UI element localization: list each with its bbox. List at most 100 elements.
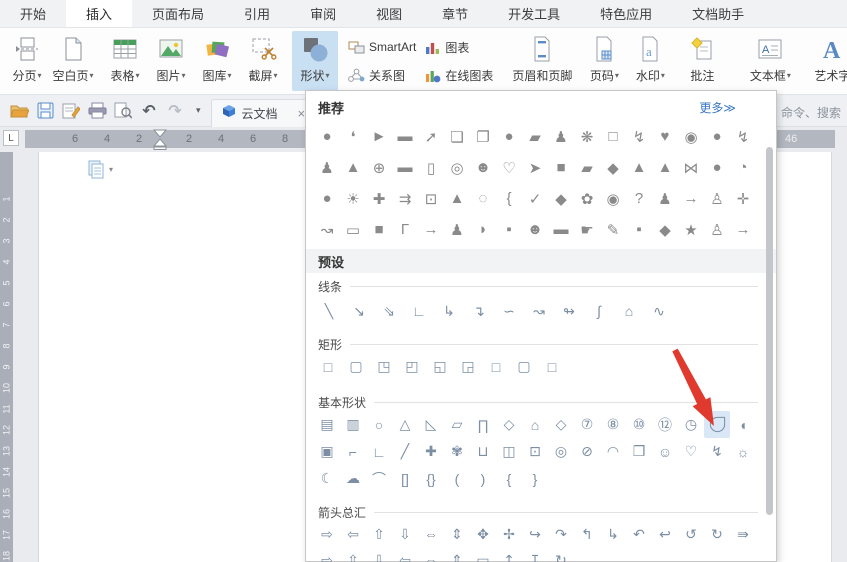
shape-recommended-r1c7[interactable]: ❐ xyxy=(470,121,496,152)
shape-recommended-r4c14[interactable]: ◆ xyxy=(652,214,678,245)
shape-lines-r1c4[interactable]: ∟ xyxy=(404,297,434,325)
shape-recommended-r3c4[interactable]: ⇉ xyxy=(392,183,418,214)
shape-lines-r1c3[interactable]: ⇘ xyxy=(374,297,404,325)
shape-recommended-r4c16[interactable]: ♙ xyxy=(704,214,730,245)
shape-recommended-r1c17[interactable]: ↯ xyxy=(730,121,756,152)
shape-recommended-r4c4[interactable]: Γ xyxy=(392,214,418,245)
shape-rectangles-r1c3[interactable]: ◳ xyxy=(370,353,398,380)
shape-recommended-r2c2[interactable]: ▲ xyxy=(340,152,366,183)
shape-basic-shapes-r1c15[interactable]: ◷ xyxy=(678,411,704,438)
shape-arrows-r1c3[interactable]: ⇧ xyxy=(366,521,392,547)
shape-recommended-r2c6[interactable]: ◎ xyxy=(444,152,470,183)
shape-recommended-r4c8[interactable]: ▪ xyxy=(496,214,522,245)
shape-recommended-r1c2[interactable]: ❛ xyxy=(340,121,366,152)
shape-arrows-r2c4[interactable]: ⇦ xyxy=(392,547,418,562)
shape-rectangles-r1c2[interactable]: ▢ xyxy=(342,353,370,380)
shape-arrows-r1c6[interactable]: ⇕ xyxy=(444,521,470,547)
shape-lines-r1c5[interactable]: ↳ xyxy=(434,297,464,325)
shape-basic-shapes-r1c14[interactable]: ⑫ xyxy=(652,411,678,438)
shape-basic-shapes-r2c1[interactable]: ▣ xyxy=(314,438,340,465)
shape-basic-shapes-r1c10[interactable]: ◇ xyxy=(548,411,574,438)
tab-references[interactable]: 引用 xyxy=(224,0,290,27)
panel-scrollbar-thumb[interactable] xyxy=(766,147,773,515)
shape-basic-shapes-r2c11[interactable]: ⊘ xyxy=(574,438,600,465)
shape-basic-shapes-r2c7[interactable]: ⊔ xyxy=(470,438,496,465)
shape-recommended-r3c8[interactable]: { xyxy=(496,183,522,214)
shape-arrows-r1c16[interactable]: ↻ xyxy=(704,521,730,547)
table-button[interactable]: 表格 ▾ xyxy=(102,31,148,91)
online-chart-button[interactable]: 在线图表 xyxy=(420,63,497,87)
picture-button[interactable]: 图片 ▾ xyxy=(148,31,194,91)
shape-arrows-r2c3[interactable]: ⇩ xyxy=(366,547,392,562)
shape-arrows-r1c9[interactable]: ↪ xyxy=(522,521,548,547)
shape-recommended-r3c14[interactable]: ♟ xyxy=(652,183,678,214)
shape-basic-shapes-r1c4[interactable]: △ xyxy=(392,411,418,438)
shape-recommended-r2c16[interactable]: ● xyxy=(704,152,730,183)
shape-basic-shapes-r2c12[interactable]: ◠ xyxy=(600,438,626,465)
chart-button[interactable]: 图表 xyxy=(420,35,497,59)
paste-options-button[interactable]: ▾ xyxy=(88,160,113,179)
shape-recommended-r2c14[interactable]: ▲ xyxy=(652,152,678,183)
shape-arrows-r1c1[interactable]: ⇨ xyxy=(314,521,340,547)
shape-arrows-r1c12[interactable]: ↳ xyxy=(600,521,626,547)
shape-arrows-r2c8[interactable]: ↥ xyxy=(496,547,522,562)
shape-recommended-r3c13[interactable]: ? xyxy=(626,183,652,214)
shape-arrows-r2c7[interactable]: ▭ xyxy=(470,547,496,562)
shape-rectangles-r1c6[interactable]: ◲ xyxy=(454,353,482,380)
shape-recommended-r1c1[interactable]: ● xyxy=(314,121,340,152)
shape-lines-r1c6[interactable]: ↴ xyxy=(464,297,494,325)
shape-recommended-r2c1[interactable]: ♟ xyxy=(314,152,340,183)
shape-recommended-r3c16[interactable]: ♙ xyxy=(704,183,730,214)
shape-rectangles-r1c7[interactable]: □ xyxy=(482,353,510,380)
shape-rectangles-r1c8[interactable]: ▢ xyxy=(510,353,538,380)
shape-basic-shapes-r2c16[interactable]: ↯ xyxy=(704,438,730,465)
shape-recommended-r1c11[interactable]: ❋ xyxy=(574,121,600,152)
shape-arrows-r1c5[interactable]: ⇔ xyxy=(418,521,444,547)
shape-recommended-r1c9[interactable]: ▰ xyxy=(522,121,548,152)
shape-recommended-r1c8[interactable]: ● xyxy=(496,121,522,152)
shape-basic-shapes-r2c10[interactable]: ◎ xyxy=(548,438,574,465)
blank-page-button[interactable]: 空白页 ▾ xyxy=(50,31,96,91)
shape-recommended-r1c14[interactable]: ♥ xyxy=(652,121,678,152)
print-icon[interactable] xyxy=(84,100,110,122)
shape-recommended-r3c9[interactable]: ✓ xyxy=(522,183,548,214)
comment-button[interactable]: 批注 xyxy=(679,31,725,91)
indent-markers[interactable] xyxy=(150,128,172,150)
save-as-icon[interactable] xyxy=(58,100,84,122)
tab-insert[interactable]: 插入 xyxy=(66,0,133,27)
shape-recommended-r4c15[interactable]: ★ xyxy=(678,214,704,245)
shape-lines-r1c8[interactable]: ↝ xyxy=(524,297,554,325)
shape-basic-shapes-r1c7[interactable]: ∏ xyxy=(470,411,496,438)
shape-lines-r1c11[interactable]: ⌂ xyxy=(614,297,644,325)
shape-lines-r1c7[interactable]: ∽ xyxy=(494,297,524,325)
shape-recommended-r2c13[interactable]: ▲ xyxy=(626,152,652,183)
shape-rectangles-r1c1[interactable]: □ xyxy=(314,353,342,380)
shape-recommended-r2c10[interactable]: ■ xyxy=(548,152,574,183)
screenshot-button[interactable]: 截屏 ▾ xyxy=(240,31,286,91)
shape-basic-shapes-r1c8[interactable]: ◇ xyxy=(496,411,522,438)
tab-special-features[interactable]: 特色应用 xyxy=(580,0,672,27)
shape-recommended-r3c5[interactable]: ⊡ xyxy=(418,183,444,214)
command-search-text[interactable]: 命令、搜索 xyxy=(781,104,841,121)
shape-arrows-r2c9[interactable]: ↧ xyxy=(522,547,548,562)
shape-lines-r1c9[interactable]: ↬ xyxy=(554,297,584,325)
shape-recommended-r1c15[interactable]: ◉ xyxy=(678,121,704,152)
relation-diagram-button[interactable]: 关系图 xyxy=(344,63,420,87)
shape-recommended-r4c13[interactable]: ▪ xyxy=(626,214,652,245)
shape-basic-shapes-r1c12[interactable]: ⑧ xyxy=(600,411,626,438)
tab-view[interactable]: 视图 xyxy=(356,0,422,27)
shape-recommended-r3c10[interactable]: ◆ xyxy=(548,183,574,214)
tab-section[interactable]: 章节 xyxy=(422,0,488,27)
shape-basic-shapes-r2c9[interactable]: ⊡ xyxy=(522,438,548,465)
shape-basic-shapes-r2c13[interactable]: ❒ xyxy=(626,438,652,465)
shape-basic-shapes-r1c2[interactable]: ▥ xyxy=(340,411,366,438)
more-shapes-link[interactable]: 更多≫ xyxy=(699,99,736,116)
shape-arrows-r2c2[interactable]: ⇧ xyxy=(340,547,366,562)
shape-recommended-r3c2[interactable]: ☀ xyxy=(340,183,366,214)
shape-recommended-r2c15[interactable]: ⋈ xyxy=(678,152,704,183)
shape-recommended-r4c7[interactable]: ◗ xyxy=(470,214,496,245)
shape-arrows-r2c6[interactable]: ⇕ xyxy=(444,547,470,562)
shape-basic-shapes-r2c3[interactable]: ∟ xyxy=(366,438,392,465)
shape-recommended-r4c10[interactable]: ▬ xyxy=(548,214,574,245)
shape-arrows-r1c11[interactable]: ↰ xyxy=(574,521,600,547)
